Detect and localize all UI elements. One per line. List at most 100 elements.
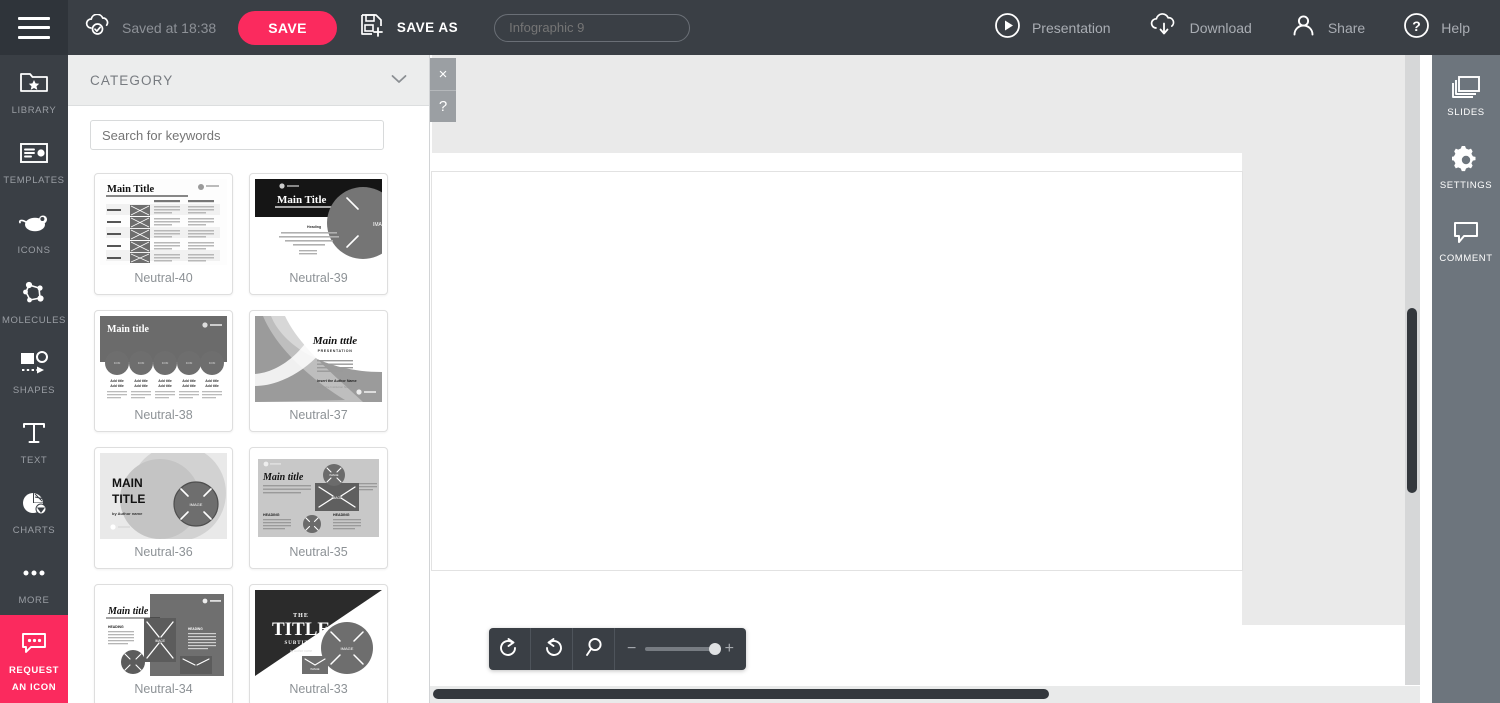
chevron-down-icon bbox=[391, 71, 407, 89]
save-button[interactable]: SAVE bbox=[238, 10, 337, 45]
canvas-area[interactable] bbox=[430, 55, 1420, 703]
svg-text:by Author name: by Author name bbox=[290, 649, 313, 653]
template-card[interactable]: Main Title Neutral-40 bbox=[94, 173, 233, 295]
redo-button[interactable] bbox=[489, 628, 531, 670]
template-card[interactable]: Main tttle PRESENTATION Insert the Autho… bbox=[249, 310, 388, 432]
template-list[interactable]: Main Title Neutral-40 Main Title IMA Hea… bbox=[68, 163, 430, 703]
help-button[interactable]: ? Help bbox=[1403, 12, 1470, 44]
cloud-download-icon bbox=[1149, 12, 1179, 44]
sidebar-item-templates[interactable]: TEMPLATES bbox=[0, 125, 68, 195]
svg-text:Main Title: Main Title bbox=[277, 194, 327, 206]
sidebar-item-more[interactable]: MORE bbox=[0, 545, 68, 615]
template-thumbnail: Main title IMAGE IMAGE HEADING HEADING bbox=[255, 453, 382, 539]
close-panel-button[interactable]: × bbox=[430, 58, 456, 90]
template-card[interactable]: THE TITLE SUBTITLE by Author name IMAGE bbox=[249, 584, 388, 703]
undo-arrow-icon bbox=[540, 635, 564, 664]
sidebar-item-slides[interactable]: SLIDES bbox=[1432, 55, 1500, 128]
main-menu-button[interactable] bbox=[0, 0, 68, 55]
category-dropdown[interactable]: CATEGORY bbox=[68, 55, 429, 106]
svg-text:Insert the Institution Name: Insert the Institution Name bbox=[317, 385, 352, 389]
sidebar-item-charts[interactable]: CHARTS bbox=[0, 475, 68, 545]
request-an-icon-button[interactable]: REQUEST AN ICON bbox=[0, 615, 68, 703]
template-thumbnail: Main title ICON ICON ICON ICON ICON Add … bbox=[100, 316, 227, 402]
zoom-slider[interactable] bbox=[645, 643, 722, 655]
sidebar-item-text[interactable]: TEXT bbox=[0, 405, 68, 475]
svg-text:TITLE: TITLE bbox=[272, 619, 330, 640]
template-card[interactable]: Main title IMAGE IMAGE HEADING HEADING N… bbox=[249, 447, 388, 569]
panel-side-tabs: × ? bbox=[430, 58, 456, 122]
template-thumbnail: MAIN TITLE by Author name IMAGE bbox=[100, 453, 227, 539]
cloud-check-icon bbox=[84, 13, 112, 41]
svg-text:ICON: ICON bbox=[138, 361, 145, 365]
zoom-in-button[interactable]: + bbox=[725, 640, 734, 658]
presentation-button[interactable]: Presentation bbox=[994, 12, 1111, 44]
sidebar-item-icons[interactable]: ICONS bbox=[0, 195, 68, 265]
canvas-toolbar: − + bbox=[489, 628, 746, 670]
sidebar-item-shapes[interactable]: SHAPES bbox=[0, 335, 68, 405]
left-sidebar: LIBRARY TEMPLATES ICONS MOLECULES SHAPES… bbox=[0, 55, 68, 703]
svg-text:ICON: ICON bbox=[209, 361, 216, 365]
zoom-fit-button[interactable] bbox=[573, 628, 615, 670]
svg-text:ICON: ICON bbox=[162, 361, 169, 365]
zoom-out-button[interactable]: − bbox=[627, 640, 636, 658]
svg-text:Add title: Add title bbox=[182, 379, 196, 383]
category-label: CATEGORY bbox=[90, 72, 174, 88]
sidebar-item-label: SLIDES bbox=[1447, 107, 1485, 118]
svg-text:IMAGE: IMAGE bbox=[310, 667, 319, 671]
canvas-vscrollbar-thumb[interactable] bbox=[1407, 308, 1417, 493]
top-bar-actions: Presentation Download Share ? Help bbox=[956, 12, 1500, 44]
download-button[interactable]: Download bbox=[1149, 12, 1252, 44]
template-name: Neutral-39 bbox=[289, 271, 348, 285]
molecule-icon bbox=[20, 276, 48, 310]
search-container bbox=[68, 106, 429, 150]
svg-text:IMAGE: IMAGE bbox=[155, 639, 165, 643]
svg-text:ICON: ICON bbox=[114, 361, 121, 365]
sidebar-item-comment[interactable]: COMMENT bbox=[1432, 201, 1500, 274]
search-input[interactable] bbox=[90, 120, 384, 150]
svg-text:Add title: Add title bbox=[205, 379, 219, 383]
template-card[interactable]: Main title HEADING IMAGE HEADING Neutral… bbox=[94, 584, 233, 703]
template-card[interactable]: Main Title IMA Heading Neutral-39 bbox=[249, 173, 388, 295]
svg-text:PRESENTATION: PRESENTATION bbox=[318, 349, 353, 353]
sidebar-item-molecules[interactable]: MOLECULES bbox=[0, 265, 68, 335]
template-thumbnail: Main Title IMA Heading bbox=[255, 179, 382, 265]
share-button[interactable]: Share bbox=[1290, 12, 1365, 44]
text-t-icon bbox=[20, 416, 48, 450]
template-name: Neutral-37 bbox=[289, 408, 348, 422]
sidebar-item-label: CHARTS bbox=[12, 525, 56, 536]
svg-text:Main tttle: Main tttle bbox=[312, 335, 357, 347]
undo-button[interactable] bbox=[531, 628, 573, 670]
svg-text:Add title: Add title bbox=[158, 379, 172, 383]
svg-text:HEADING: HEADING bbox=[188, 627, 203, 631]
svg-text:Add title: Add title bbox=[134, 384, 148, 388]
template-thumbnail: THE TITLE SUBTITLE by Author name IMAGE bbox=[255, 590, 382, 676]
sidebar-item-settings[interactable]: SETTINGS bbox=[1432, 128, 1500, 201]
svg-text:HEADING: HEADING bbox=[333, 513, 350, 517]
hamburger-icon bbox=[18, 16, 50, 39]
zoom-slider-knob[interactable] bbox=[709, 643, 722, 655]
sidebar-item-label: MORE bbox=[18, 595, 50, 606]
canvas-hscrollbar-thumb[interactable] bbox=[433, 689, 1049, 699]
svg-text:TITLE: TITLE bbox=[112, 492, 145, 506]
sidebar-item-label: TEXT bbox=[20, 455, 48, 466]
person-icon bbox=[1290, 12, 1317, 44]
download-label: Download bbox=[1189, 19, 1252, 36]
svg-text:Main title: Main title bbox=[107, 606, 149, 617]
zoom-control: − + bbox=[615, 640, 746, 658]
template-card[interactable]: Main title ICON ICON ICON ICON ICON Add … bbox=[94, 310, 233, 432]
sidebar-item-label: LIBRARY bbox=[11, 105, 57, 116]
save-as-label: SAVE AS bbox=[396, 20, 459, 35]
presentation-label: Presentation bbox=[1031, 19, 1111, 36]
redo-arrow-icon bbox=[498, 635, 522, 664]
sidebar-item-library[interactable]: LIBRARY bbox=[0, 55, 68, 125]
svg-text:Add title: Add title bbox=[110, 379, 124, 383]
folder-star-icon bbox=[19, 66, 49, 100]
question-circle-icon: ? bbox=[1403, 12, 1430, 44]
save-as-button[interactable]: SAVE AS bbox=[359, 12, 458, 43]
template-card[interactable]: MAIN TITLE by Author name IMAGE Neutral-… bbox=[94, 447, 233, 569]
share-label: Share bbox=[1327, 19, 1366, 36]
panel-help-button[interactable]: ? bbox=[430, 90, 456, 122]
infographic-title-input[interactable] bbox=[494, 13, 691, 42]
slide-canvas[interactable] bbox=[432, 172, 1242, 570]
svg-text:IMAGE: IMAGE bbox=[332, 496, 344, 500]
